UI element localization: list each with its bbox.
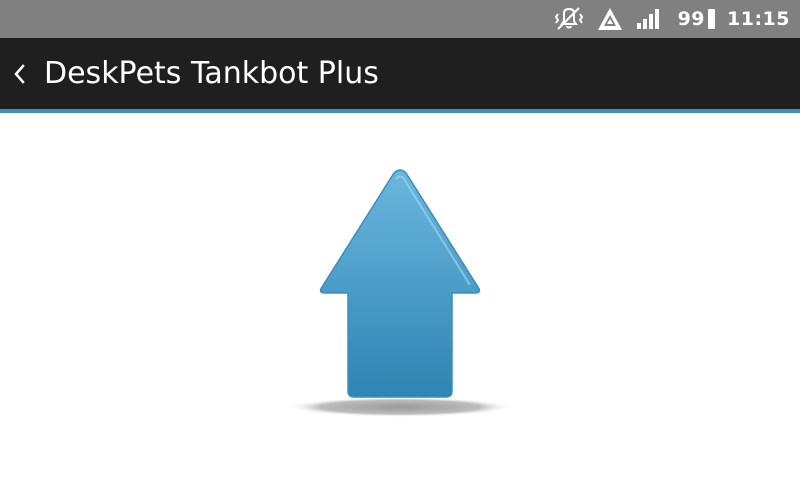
forward-button[interactable] bbox=[280, 163, 520, 423]
signal-icon bbox=[636, 0, 662, 38]
chevron-left-icon bbox=[14, 63, 25, 84]
clock: 11:15 bbox=[727, 8, 790, 30]
status-bar: 99 11:15 bbox=[0, 0, 800, 38]
battery-level: 99 bbox=[677, 8, 706, 30]
back-button[interactable] bbox=[4, 38, 34, 109]
action-bar: DeskPets Tankbot Plus bbox=[0, 38, 800, 109]
page-title: DeskPets Tankbot Plus bbox=[44, 56, 379, 91]
battery-indicator: 99 bbox=[672, 8, 716, 30]
battery-icon bbox=[708, 9, 716, 29]
control-area bbox=[0, 113, 800, 480]
vibrate-mute-icon bbox=[554, 0, 584, 38]
data-transfer-icon bbox=[596, 0, 624, 38]
up-arrow-icon bbox=[286, 169, 514, 417]
